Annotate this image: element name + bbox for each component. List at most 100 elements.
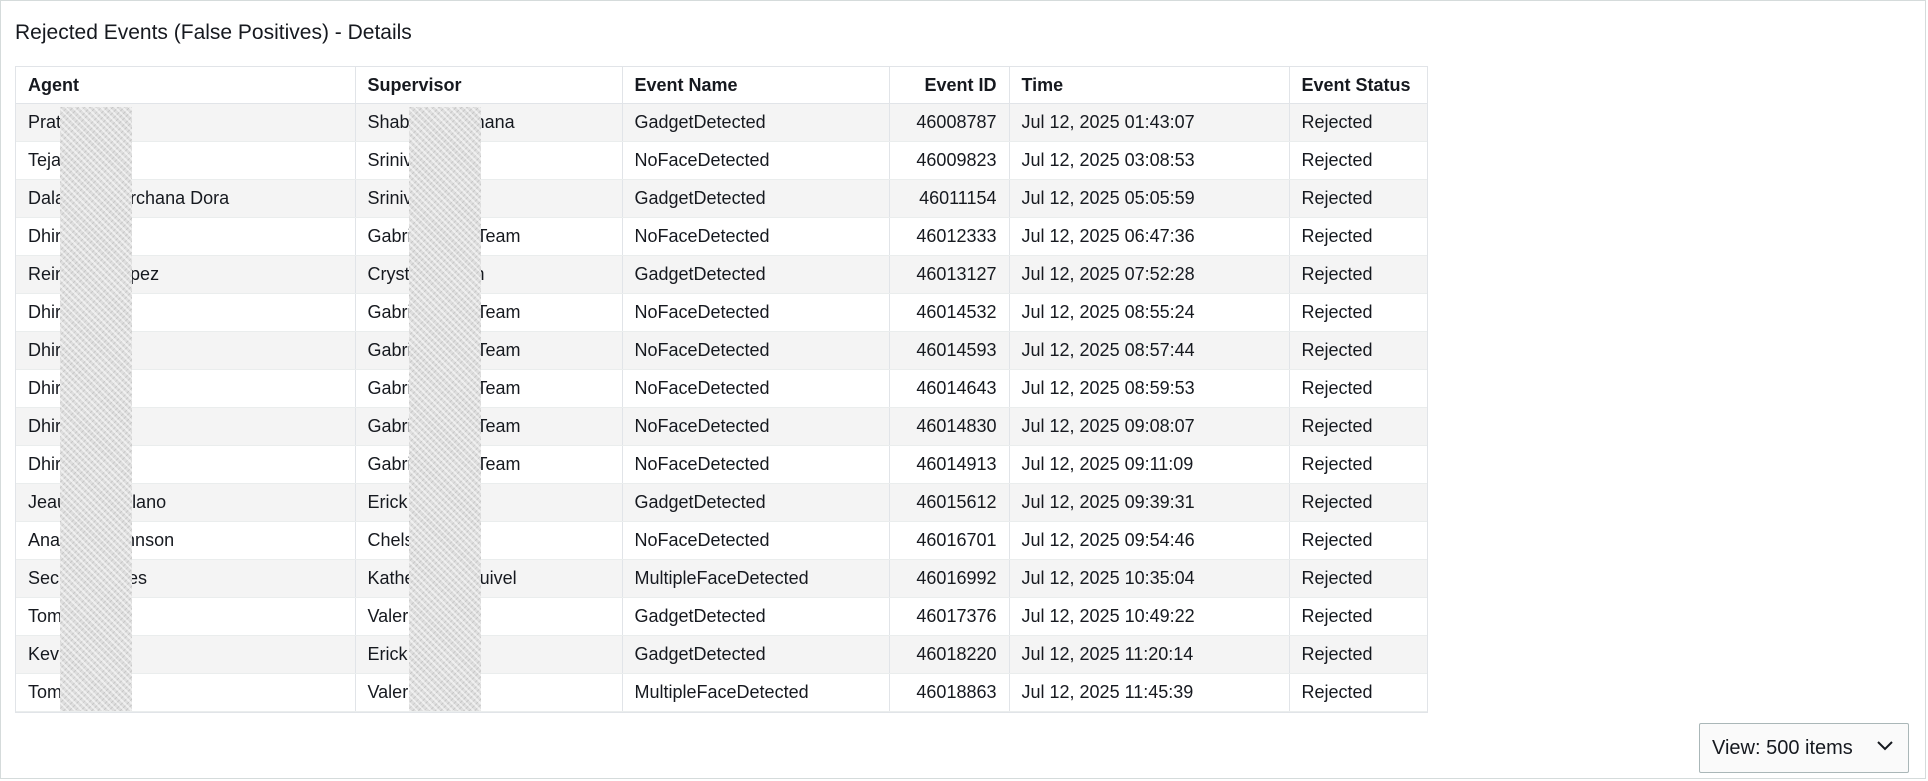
cell-time: Jul 12, 2025 10:35:04 [1009,559,1290,598]
cell-supervisor: Gabri Team [355,445,623,484]
cell-supervisor: Gabri Team [355,369,623,408]
column-header-agent[interactable]: Agent [16,67,356,104]
table-row[interactable]: Ana hnson Chels NoFaceDetected 46016701 Jul… [16,521,1427,560]
cell-agent-trailing-part: rchana Dora [130,188,230,208]
rejected-events-table: Agent Supervisor Event Name Event ID Tim… [16,67,1427,712]
cell-event-status: Rejected [1289,445,1427,484]
cell-event-name: GadgetDetected [622,179,890,218]
table-row[interactable]: Rein pezCryst hGadgetDetected46013127Jul… [16,255,1427,294]
cell-event-id: 46008787 [889,103,1010,142]
cell-supervisor: Cryst h [355,255,623,294]
cell-time: Jul 12, 2025 10:49:22 [1009,597,1290,636]
cell-time: Jul 12, 2025 09:08:07 [1009,407,1290,446]
cell-event-name: NoFaceDetected [622,521,890,560]
cell-time: Jul 12, 2025 03:08:53 [1009,141,1290,180]
cell-supervisor-visible-part: Shab [367,112,410,132]
cell-supervisor: Chels [355,521,623,560]
cell-agent-visible-part: Kevi [28,644,64,664]
table-row[interactable]: Dhir Gabri Team NoFaceDetected 46012333 Jul… [16,217,1427,256]
cell-event-id: 46009823 [889,141,1010,180]
cell-event-id: 46014593 [889,331,1010,370]
table-row[interactable]: Tom Valer GadgetDetected 46017376 Jul 12, … [16,597,1427,636]
cell-event-name: NoFaceDetected [622,331,890,370]
table-body: Prat rShab nanaGadgetDetected46008787Jul… [16,103,1427,712]
cell-event-name: GadgetDetected [622,255,890,294]
cell-event-name: NoFaceDetected [622,293,890,332]
cell-supervisor: Valer [355,673,623,712]
cell-time: Jul 12, 2025 08:59:53 [1009,369,1290,408]
cell-supervisor-visible-part: Gabri [367,454,412,474]
column-header-event-id[interactable]: Event ID [889,67,1010,104]
table-row[interactable]: Dhir Gabri Team NoFaceDetected 46014532 Jul… [16,293,1427,332]
column-header-event-status[interactable]: Event Status [1289,67,1427,104]
cell-agent-trailing-part: pez [130,264,160,284]
cell-event-name: GadgetDetected [622,103,890,142]
cell-agent-visible-part: Prat [28,112,62,132]
table-row[interactable]: Kevi Erick GadgetDetected 46018220 Jul 12,… [16,635,1427,674]
cell-event-name: MultipleFaceDetected [622,559,890,598]
cell-event-name: NoFaceDetected [622,369,890,408]
cell-supervisor-visible-part: Gabri [367,378,412,398]
cell-supervisor-trailing-part: Team [476,340,521,360]
table-row[interactable]: Seci es Kathe uivel MultipleFaceDetected 46… [16,559,1427,598]
cell-event-name: NoFaceDetected [622,407,890,446]
cell-supervisor-trailing-part: Team [476,226,521,246]
cell-event-status: Rejected [1289,255,1427,294]
cell-supervisor-visible-part: Sriniv [367,188,413,208]
cell-supervisor-visible-part: Gabri [367,340,412,360]
table-row[interactable]: Dhir Gabri Team NoFaceDetected 46014643 Jul… [16,369,1427,408]
cell-supervisor-trailing-part: uivel [479,568,517,588]
cell-event-id: 46012333 [889,217,1010,256]
cell-event-id: 46015612 [889,483,1010,522]
cell-agent-visible-part: Dhir [28,226,62,246]
cell-supervisor: Gabri Team [355,407,623,446]
table-row[interactable]: Teja Sriniv NoFaceDetected 46009823 Jul 12… [16,141,1427,180]
table-row[interactable]: Dhir Gabri Team NoFaceDetected 46014913 Jul… [16,445,1427,484]
cell-event-name: NoFaceDetected [622,141,890,180]
cell-supervisor: Sriniv [355,179,623,218]
table-row[interactable]: Dhir Gabri Team NoFaceDetected 46014593 Jul… [16,331,1427,370]
events-table-container[interactable]: Agent Supervisor Event Name Event ID Tim… [15,66,1428,713]
table-row[interactable]: Dhir Gabri Team NoFaceDetected 46014830 Jul… [16,407,1427,446]
cell-event-id: 46011154 [889,179,1010,218]
view-items-select[interactable]: View: 500 items [1699,723,1909,773]
cell-time: Jul 12, 2025 11:45:39 [1009,673,1290,712]
cell-supervisor-trailing-part: Team [476,378,521,398]
cell-event-status: Rejected [1289,293,1427,332]
cell-time: Jul 12, 2025 06:47:36 [1009,217,1290,256]
cell-event-id: 46013127 [889,255,1010,294]
cell-event-name: GadgetDetected [622,635,890,674]
cell-supervisor: Erick [355,635,623,674]
cell-agent-visible-part: Dhir [28,302,62,322]
cell-agent-visible-part: Dhir [28,340,62,360]
cell-event-status: Rejected [1289,483,1427,522]
cell-supervisor: Valer [355,597,623,636]
cell-agent-visible-part: Seci [28,568,64,588]
cell-event-id: 46016701 [889,521,1010,560]
cell-time: Jul 12, 2025 09:11:09 [1009,445,1290,484]
cell-agent-visible-part: Dhir [28,378,62,398]
table-row[interactable]: Prat rShab nanaGadgetDetected46008787Jul… [16,103,1427,142]
cell-time: Jul 12, 2025 05:05:59 [1009,179,1290,218]
cell-time: Jul 12, 2025 08:57:44 [1009,331,1290,370]
cell-agent-visible-part: Dhir [28,416,62,436]
cell-event-id: 46014532 [889,293,1010,332]
cell-event-id: 46018220 [889,635,1010,674]
cell-supervisor-visible-part: Erick [367,644,408,664]
chevron-down-icon [1874,734,1896,762]
redaction-mask-agent [60,107,132,711]
cell-supervisor: Gabri Team [355,293,623,332]
cell-supervisor-trailing-part: Team [476,302,521,322]
cell-supervisor: Kathe uivel [355,559,623,598]
cell-time: Jul 12, 2025 11:20:14 [1009,635,1290,674]
cell-agent-visible-part: Tom [28,682,63,702]
table-row[interactable]: Tom Valer MultipleFaceDetected 46018863 Ju… [16,673,1427,712]
table-row[interactable]: Dala rchana Dora Sriniv GadgetDetected 460… [16,179,1427,218]
cell-supervisor-visible-part: Kathe [367,568,415,588]
column-header-event-name[interactable]: Event Name [622,67,890,104]
table-row[interactable]: Jeau lano Erick GadgetDetected 46015612 Jul… [16,483,1427,522]
cell-supervisor-trailing-part: Team [476,454,521,474]
column-header-time[interactable]: Time [1009,67,1290,104]
cell-event-id: 46016992 [889,559,1010,598]
column-header-supervisor[interactable]: Supervisor [355,67,623,104]
